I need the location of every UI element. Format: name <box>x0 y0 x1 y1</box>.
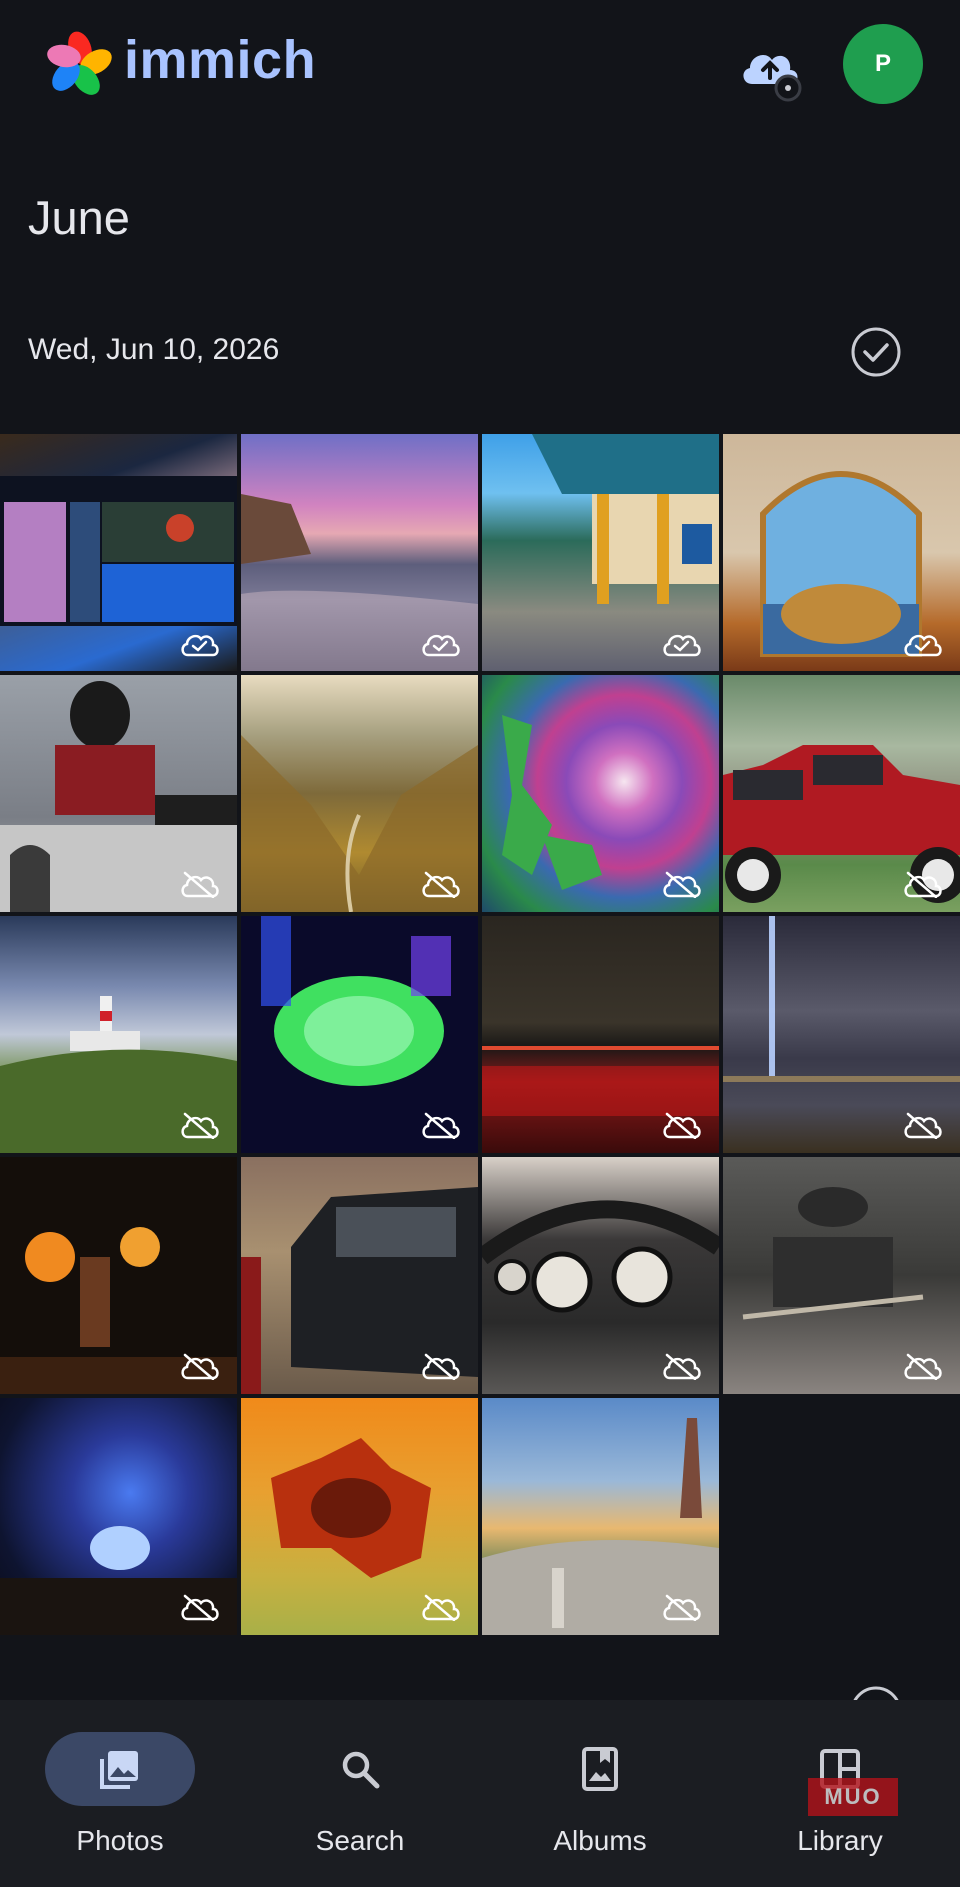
photo-tile[interactable] <box>482 916 719 1153</box>
watermark: MUO <box>808 1778 898 1816</box>
user-avatar[interactable]: P <box>843 24 923 104</box>
app-header: immich P <box>0 0 960 130</box>
photos-icon <box>100 1751 138 1789</box>
photo-tile[interactable] <box>723 916 960 1153</box>
cloud-done-icon <box>422 634 460 657</box>
cloud-off-icon <box>181 871 219 898</box>
photo-tile[interactable] <box>0 1398 237 1635</box>
cloud-done-icon <box>904 634 942 657</box>
cloud-off-icon <box>181 1112 219 1139</box>
backup-upload-icon[interactable] <box>734 34 806 106</box>
cloud-off-icon <box>904 1353 942 1380</box>
nav-albums-label: Albums <box>553 1825 647 1856</box>
cloud-off-icon <box>663 1112 701 1139</box>
photo-tile[interactable] <box>723 434 960 671</box>
photo-tile[interactable] <box>723 675 960 912</box>
cloud-off-icon <box>181 1594 219 1621</box>
search-icon <box>342 1751 380 1789</box>
photo-tile[interactable] <box>241 916 478 1153</box>
cloud-off-icon <box>422 871 460 898</box>
photo-tile[interactable] <box>482 434 719 671</box>
nav-albums[interactable]: Albums <box>480 1700 720 1887</box>
immich-logo-icon <box>47 31 112 95</box>
photo-tile[interactable] <box>0 675 237 912</box>
cloud-done-icon <box>663 634 701 657</box>
cloud-done-icon <box>181 634 219 657</box>
photo-tile[interactable] <box>0 434 237 671</box>
cloud-off-icon <box>422 1594 460 1621</box>
cloud-off-icon <box>904 871 942 898</box>
cloud-off-icon <box>422 1353 460 1380</box>
nav-search-label: Search <box>315 1825 405 1856</box>
cloud-off-icon <box>181 1353 219 1380</box>
nav-photos-label: Photos <box>76 1825 164 1856</box>
photo-tile[interactable] <box>0 916 237 1153</box>
month-heading: June <box>28 191 130 244</box>
nav-search[interactable]: Search <box>240 1700 480 1887</box>
nav-library-label: Library <box>797 1825 883 1856</box>
photo-tile[interactable] <box>241 1157 478 1394</box>
cloud-off-icon <box>904 1112 942 1139</box>
photo-tile[interactable] <box>241 434 478 671</box>
photo-tile[interactable] <box>482 1157 719 1394</box>
cloud-off-icon <box>422 1112 460 1139</box>
photo-tile[interactable] <box>723 1157 960 1394</box>
cloud-off-icon <box>663 1353 701 1380</box>
photo-tile[interactable] <box>482 1398 719 1635</box>
cloud-off-icon <box>663 871 701 898</box>
cloud-off-icon <box>663 1594 701 1621</box>
date-heading: Wed, Jun 10, 2026 <box>28 333 280 366</box>
photo-tile[interactable] <box>241 675 478 912</box>
nav-photos[interactable]: Photos <box>0 1700 240 1887</box>
app-title: immich <box>124 30 317 90</box>
select-all-check-icon[interactable] <box>850 326 902 378</box>
albums-icon <box>582 1747 618 1791</box>
photo-tile[interactable] <box>482 675 719 912</box>
photo-tile[interactable] <box>241 1398 478 1635</box>
photo-tile[interactable] <box>0 1157 237 1394</box>
